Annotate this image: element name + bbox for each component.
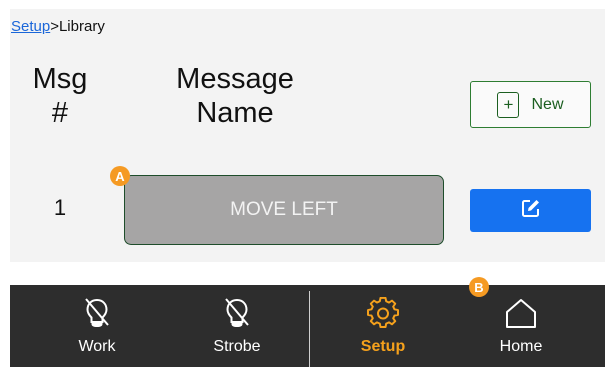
nav-label-setup: Setup [360,337,406,355]
breadcrumb-separator: > [50,18,59,35]
column-header-name-line1: Message [176,63,294,95]
gear-icon [367,296,399,334]
annotation-badge-a: A [110,166,130,186]
nav-item-work[interactable]: Work [52,285,142,367]
new-message-button[interactable]: + New [470,81,591,128]
light-off-icon [82,297,112,334]
light-off-icon [222,297,252,334]
nav-divider [309,291,310,367]
nav-item-home[interactable]: Home [476,285,566,367]
annotation-badge-b: B [469,277,489,297]
column-header-msg-line2: # [51,97,69,129]
nav-item-setup[interactable]: Setup [338,285,428,367]
new-button-label: New [531,95,564,113]
nav-label-work: Work [78,337,116,355]
plus-square-icon: + [497,91,520,118]
breadcrumb-setup-link[interactable]: Setup [11,18,50,35]
breadcrumb-current: Library [58,18,105,35]
edit-message-button[interactable] [470,189,591,232]
column-header-message-name: Message Name [150,62,320,130]
column-header-msg-number: Msg # [28,62,92,130]
message-row-number: 1 [53,195,67,220]
nav-label-strobe: Strobe [213,337,261,355]
column-header-msg-line1: Msg [32,63,88,95]
bottom-nav-bar: Work Strobe Setup Home [10,285,605,367]
home-icon [504,297,538,334]
nav-item-strobe[interactable]: Strobe [192,285,282,367]
column-header-name-line2: Name [196,97,274,129]
breadcrumb: Setup>Library [11,18,105,36]
nav-label-home: Home [499,337,543,355]
edit-icon [521,198,541,223]
page: Setup>Library Msg # Message Name + New 1… [0,0,605,367]
message-button-move-left[interactable]: MOVE LEFT [124,175,444,245]
